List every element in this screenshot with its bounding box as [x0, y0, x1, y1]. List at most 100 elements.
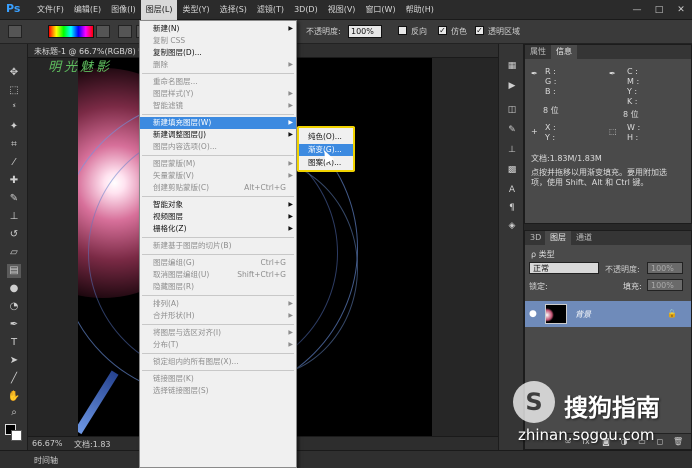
pen-tool-icon[interactable]: ✒	[7, 318, 21, 332]
zoom-level[interactable]: 66.67%	[32, 439, 63, 448]
eyedropper-icon: ✒	[609, 69, 616, 78]
sogou-watermark-url: zhinan.sogou.com	[518, 426, 655, 444]
eraser-tool-icon[interactable]: ▱	[7, 246, 21, 260]
brush-icon[interactable]: ✎	[506, 124, 518, 136]
background-color-swatch[interactable]	[11, 430, 22, 441]
layer-menu-item: 排列(A) ▶	[140, 298, 296, 310]
fill-field[interactable]: 100%	[647, 279, 683, 291]
visibility-eye-icon[interactable]: ●	[529, 309, 537, 319]
layer-menu-item[interactable]: 新建(N) ▶	[140, 23, 296, 35]
maximize-button[interactable]: □	[648, 0, 670, 20]
menu-item[interactable]: 滤镜(T)	[252, 0, 289, 20]
tab-3d[interactable]: 3D	[525, 231, 546, 245]
clone-source-icon[interactable]: ⊥	[506, 144, 518, 156]
layer-menu-item-label: 视频图层	[153, 212, 183, 221]
menu-item[interactable]: 帮助(H)	[401, 0, 439, 20]
path-selection-tool-icon[interactable]: ➤	[7, 354, 21, 368]
styles-icon[interactable]: ◈	[506, 220, 518, 232]
layer-name[interactable]: 背景	[575, 309, 591, 320]
menu-item[interactable]: 图层(L)	[140, 0, 178, 20]
brush-presets-icon[interactable]: ◫	[506, 104, 518, 116]
info-r: R :	[545, 67, 556, 76]
layer-menu-item: 新建基于图层的切片(B)	[140, 240, 296, 252]
layer-menu-item-label: 隐藏图层(R)	[153, 282, 195, 291]
character-icon[interactable]: A	[506, 184, 518, 196]
lasso-tool-icon[interactable]: ᓫ	[7, 102, 21, 116]
crop-tool-icon[interactable]: ⌗	[7, 138, 21, 152]
layer-menu-item[interactable]: 复制图层(D)...	[140, 47, 296, 59]
info-panel-tabs: 属性 信息	[525, 45, 691, 59]
opacity-field[interactable]: 100%	[348, 25, 382, 38]
layer-menu-item: 锁定组内的所有图层(X)...	[140, 356, 296, 368]
menu-item[interactable]: 编辑(E)	[69, 0, 106, 20]
transparency-checkbox[interactable]: ✓	[475, 26, 484, 35]
close-button[interactable]: ✕	[670, 0, 692, 20]
layer-menu-item[interactable]: 新建填充图层(W) ▶	[140, 117, 296, 129]
menu-separator	[142, 370, 294, 371]
menu-item[interactable]: 窗口(W)	[360, 0, 400, 20]
line-tool-icon[interactable]: ╱	[7, 372, 21, 386]
layer-menu-item[interactable]: 视频图层 ▶	[140, 211, 296, 223]
menu-separator	[142, 353, 294, 354]
gradient-dropdown[interactable]	[96, 25, 110, 38]
new-layer-icon[interactable]: ◻	[655, 437, 665, 447]
layers-panel-tabs: 3D 图层 通道	[525, 231, 691, 245]
actions-icon[interactable]: ▶	[506, 80, 518, 92]
tool-preset-picker[interactable]	[8, 25, 22, 38]
history-brush-tool-icon[interactable]: ↺	[7, 228, 21, 242]
clone-stamp-tool-icon[interactable]: ⊥	[7, 210, 21, 224]
blur-tool-icon[interactable]: ●	[7, 282, 21, 296]
layer-menu-item[interactable]: 栅格化(Z) ▶	[140, 223, 296, 235]
dodge-tool-icon[interactable]: ◔	[7, 300, 21, 314]
layer-opacity-field[interactable]: 100%	[647, 262, 683, 274]
layer-menu-item-label: 锁定组内的所有图层(X)...	[153, 357, 239, 366]
menu-item[interactable]: 视图(V)	[323, 0, 361, 20]
layer-filter-select[interactable]: ρ 类型	[531, 249, 555, 260]
linear-gradient-button[interactable]	[118, 25, 132, 38]
layer-menu-dropdown: 新建(N) ▶ 复制 CSS 复制图层(D)... 删除 ▶ 重命名图层... 图层样式(Y)…	[139, 20, 297, 468]
tab-properties[interactable]: 属性	[525, 45, 551, 59]
tab-info[interactable]: 信息	[551, 45, 577, 59]
menu-separator	[142, 295, 294, 296]
layer-menu-item[interactable]: 智能对象 ▶	[140, 199, 296, 211]
brush-tool-icon[interactable]: ✎	[7, 192, 21, 206]
window-controls: — □ ✕	[626, 0, 692, 20]
minimize-button[interactable]: —	[626, 0, 648, 20]
healing-brush-tool-icon[interactable]: ✚	[7, 174, 21, 188]
submenu-arrow-icon: ▶	[288, 119, 293, 126]
tab-channels[interactable]: 通道	[571, 231, 597, 245]
menu-item[interactable]: 选择(S)	[215, 0, 252, 20]
reverse-checkbox[interactable]	[398, 26, 407, 35]
magic-wand-tool-icon[interactable]: ✦	[7, 120, 21, 134]
hand-tool-icon[interactable]: ✋	[7, 390, 21, 404]
layer-menu-item-label: 排列(A)	[153, 299, 179, 308]
type-tool-icon[interactable]: T	[7, 336, 21, 350]
layer-menu-shortcut: Alt+Ctrl+G	[244, 183, 286, 192]
layer-row[interactable]: ● 背景 🔒	[525, 301, 691, 327]
paragraph-icon[interactable]: ¶	[506, 202, 518, 214]
gradient-swatch[interactable]	[48, 25, 94, 38]
layer-menu-item[interactable]: 新建调整图层(J) ▶	[140, 129, 296, 141]
eyedropper-tool-icon[interactable]: ⁄	[7, 156, 21, 170]
tab-layers[interactable]: 图层	[545, 231, 571, 245]
menu-item[interactable]: 文件(F)	[32, 0, 69, 20]
marquee-tool-icon[interactable]: ⬚	[7, 84, 21, 98]
layer-menu-item-label: 合并形状(H)	[153, 311, 195, 320]
light-beam-graphic	[78, 370, 119, 435]
history-icon[interactable]: ▦	[506, 60, 518, 72]
swatches-icon[interactable]: ▩	[506, 164, 518, 176]
layer-menu-item-label: 取消图层编组(U)	[153, 270, 210, 279]
gradient-tool-icon[interactable]: ▤	[7, 264, 21, 278]
timeline-tab[interactable]: 时间轴	[34, 455, 58, 466]
menu-item[interactable]: 图像(I)	[106, 0, 141, 20]
menu-item[interactable]: 类型(Y)	[177, 0, 214, 20]
dither-checkbox[interactable]: ✓	[438, 26, 447, 35]
blend-mode-select[interactable]: 正常	[529, 262, 599, 274]
menu-item[interactable]: 3D(D)	[289, 0, 323, 20]
menu-separator	[142, 196, 294, 197]
move-tool-icon[interactable]: ✥	[7, 66, 21, 80]
zoom-tool-icon[interactable]: ⌕	[7, 406, 21, 420]
submenu-arrow-icon: ▶	[288, 131, 293, 138]
trash-icon[interactable]: 🗑	[673, 437, 683, 447]
layer-menu-item: 图层编组(G) Ctrl+G	[140, 257, 296, 269]
